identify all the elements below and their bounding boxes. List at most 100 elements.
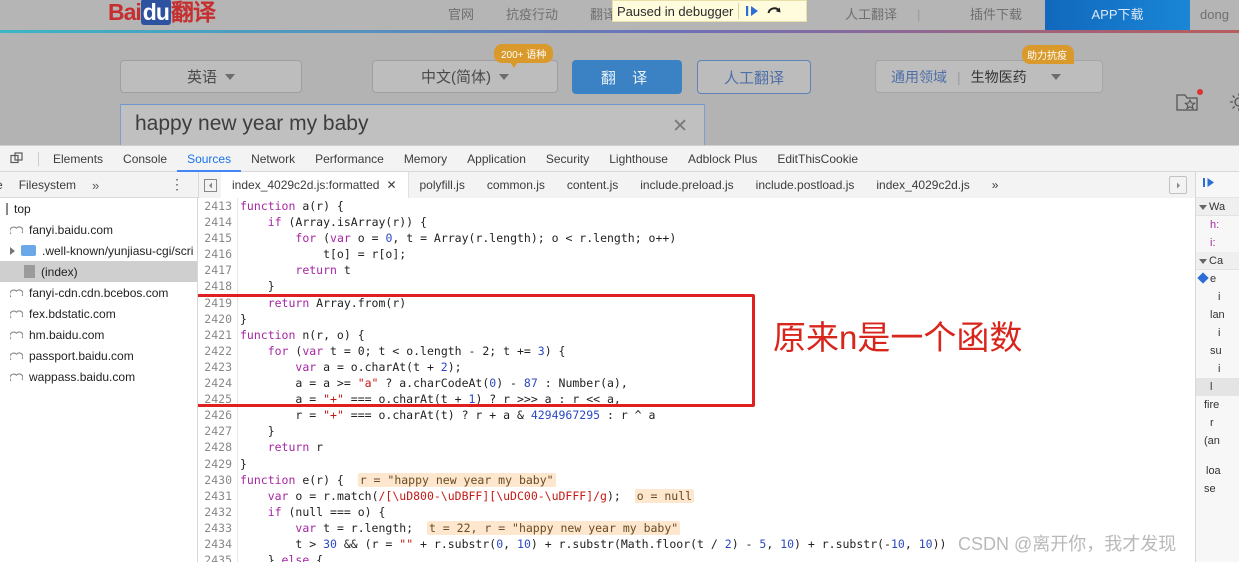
line-number[interactable]: 2414 <box>198 214 237 230</box>
line-number[interactable]: 2430 <box>198 472 237 488</box>
code-line[interactable]: return t <box>240 262 1195 278</box>
tree-item-fanyi-cdn[interactable]: fanyi-cdn.cdn.bcebos.com <box>0 282 197 303</box>
code-line[interactable]: var a = o.charAt(t + 2); <box>240 359 1195 375</box>
resume-script-icon[interactable] <box>744 3 761 19</box>
target-language-select[interactable]: 中文(简体) <box>372 60 558 93</box>
resume-script-icon[interactable] <box>1202 176 1217 193</box>
navigator-tab-filesystem[interactable]: Filesystem <box>11 178 84 192</box>
callstack-row-loa[interactable]: loa <box>1196 462 1239 480</box>
line-number[interactable]: 2432 <box>198 504 237 520</box>
code-line[interactable]: var o = r.match(/[\uD800-\uDBFF][\uDC00-… <box>240 488 1195 504</box>
line-number[interactable]: 2417 <box>198 262 237 278</box>
line-number[interactable]: 2434 <box>198 536 237 552</box>
file-tab-content[interactable]: content.js <box>556 172 629 198</box>
line-number[interactable]: 2435 <box>198 552 237 562</box>
line-number[interactable]: 2418 <box>198 278 237 294</box>
tab-console[interactable]: Console <box>113 146 177 172</box>
file-tab-index-formatted[interactable]: index_4029c2d.js:formatted ✕ <box>221 172 409 198</box>
navigator-more-tabs-icon[interactable]: » <box>84 178 107 193</box>
tab-lighthouse[interactable]: Lighthouse <box>599 146 678 172</box>
code-line[interactable]: } <box>240 423 1195 439</box>
inspect-element-icon[interactable] <box>0 151 34 166</box>
close-icon[interactable]: ✕ <box>672 115 688 138</box>
domain-selector[interactable]: 通用领域 | 生物医药 <box>875 60 1103 93</box>
chevron-right-icon[interactable] <box>10 246 15 255</box>
code-line[interactable]: function e(r) { r = "happy new year my b… <box>240 472 1195 488</box>
code-line[interactable]: } <box>240 311 1195 327</box>
code-line[interactable]: } <box>240 456 1195 472</box>
topnav-item-rengong-fanyi[interactable]: 人工翻译 <box>845 0 897 30</box>
code-line[interactable]: return r <box>240 439 1195 455</box>
tree-item-passport-baidu[interactable]: passport.baidu.com <box>0 345 197 366</box>
code-line[interactable]: } <box>240 278 1195 294</box>
close-icon[interactable]: ✕ <box>386 172 396 198</box>
topnav-item-user[interactable]: dong <box>1200 0 1229 30</box>
topnav-item-app-download[interactable]: APP下载 <box>1045 0 1190 30</box>
show-navigator-icon[interactable] <box>1169 176 1187 194</box>
tab-elements[interactable]: Elements <box>43 146 113 172</box>
line-number[interactable]: 2415 <box>198 230 237 246</box>
line-number[interactable]: 2431 <box>198 488 237 504</box>
tree-item-fanyi-baidu-com[interactable]: fanyi.baidu.com <box>0 219 197 240</box>
topnav-item-guanwang[interactable]: 官网 <box>448 0 474 30</box>
code-line[interactable]: if (Array.isArray(r)) { <box>240 214 1195 230</box>
more-options-icon[interactable]: ⋮ <box>170 176 184 193</box>
tab-security[interactable]: Security <box>536 146 599 172</box>
topnav-item-plugin-download[interactable]: 插件下载 <box>970 0 1022 30</box>
navigator-tab-page[interactable]: e <box>0 178 11 192</box>
file-tab-include-postload[interactable]: include.postload.js <box>745 172 866 198</box>
callstack-row-l[interactable]: l <box>1196 378 1239 396</box>
tree-item-fex-bdstatic[interactable]: fex.bdstatic.com <box>0 303 197 324</box>
line-number[interactable]: 2421 <box>198 327 237 343</box>
tab-adblock-plus[interactable]: Adblock Plus <box>678 146 767 172</box>
code-line[interactable]: a = "+" === o.charAt(t + 1) ? r >>> a : … <box>240 391 1195 407</box>
watch-row-i[interactable]: i: <box>1196 234 1239 252</box>
code-line[interactable]: for (var o = 0, t = Array(r.length); o <… <box>240 230 1195 246</box>
code-line[interactable]: a = a >= "a" ? a.charCodeAt(0) - 87 : Nu… <box>240 375 1195 391</box>
tab-application[interactable]: Application <box>457 146 536 172</box>
tab-sources[interactable]: Sources <box>177 146 241 172</box>
file-tab-polyfill[interactable]: polyfill.js <box>409 172 476 198</box>
line-number[interactable]: 2416 <box>198 246 237 262</box>
callstack-row-lan[interactable]: lan <box>1196 306 1239 324</box>
line-number[interactable]: 2428 <box>198 439 237 455</box>
tab-memory[interactable]: Memory <box>394 146 457 172</box>
step-over-icon[interactable] <box>766 3 783 19</box>
tab-editthiscookie[interactable]: EditThisCookie <box>767 146 868 172</box>
callstack-row-fire[interactable]: fire <box>1196 396 1239 414</box>
code-line[interactable]: r = "+" === o.charAt(t) ? r + a & 429496… <box>240 407 1195 423</box>
tree-item-top[interactable]: top <box>0 198 197 219</box>
line-number[interactable]: 2413 <box>198 198 237 214</box>
callstack-row-r[interactable]: r <box>1196 414 1239 432</box>
file-tab-index[interactable]: index_4029c2d.js <box>865 172 980 198</box>
code-line[interactable]: return Array.from(r) <box>240 295 1195 311</box>
tree-item-well-known-folder[interactable]: .well-known/yunjiasu-cgi/scri <box>0 240 197 261</box>
tree-item-hm-baidu[interactable]: hm.baidu.com <box>0 324 197 345</box>
code-content[interactable]: function a(r) { if (Array.isArray(r)) { … <box>240 198 1195 562</box>
file-tabs-more-icon[interactable]: » <box>981 172 1010 198</box>
callstack-row-e[interactable]: e <box>1196 270 1239 288</box>
line-number[interactable]: 2427 <box>198 423 237 439</box>
code-line[interactable]: for (var t = 0; t < o.length - 2; t += 3… <box>240 343 1195 359</box>
tab-network[interactable]: Network <box>241 146 305 172</box>
source-language-select[interactable]: 英语 <box>120 60 302 93</box>
translate-button[interactable]: 翻 译 <box>572 60 682 94</box>
source-code-editor[interactable]: 2413 2414 2415 2416 2417 2418 2419 2420 2421 2422… <box>198 198 1195 562</box>
line-number[interactable]: 2433 <box>198 520 237 536</box>
callstack-row-su[interactable]: su <box>1196 342 1239 360</box>
code-line[interactable]: if (null === o) { <box>240 504 1195 520</box>
line-number[interactable]: 2420 <box>198 311 237 327</box>
callstack-row-se[interactable]: se <box>1196 480 1239 498</box>
tree-item-index[interactable]: (index) <box>0 261 197 282</box>
line-number[interactable]: 2419 <box>198 295 237 311</box>
line-number[interactable]: 2424 <box>198 375 237 391</box>
watch-section-header[interactable]: Wa <box>1196 198 1239 216</box>
collapse-sidebar-icon[interactable] <box>199 178 221 192</box>
code-line[interactable]: function n(r, o) { <box>240 327 1195 343</box>
tree-item-wappass-baidu[interactable]: wappass.baidu.com <box>0 366 197 387</box>
code-line[interactable]: t[o] = r[o]; <box>240 246 1195 262</box>
line-number[interactable]: 2429 <box>198 456 237 472</box>
watch-row-h[interactable]: h: <box>1196 216 1239 234</box>
line-number[interactable]: 2425 <box>198 391 237 407</box>
tab-performance[interactable]: Performance <box>305 146 394 172</box>
